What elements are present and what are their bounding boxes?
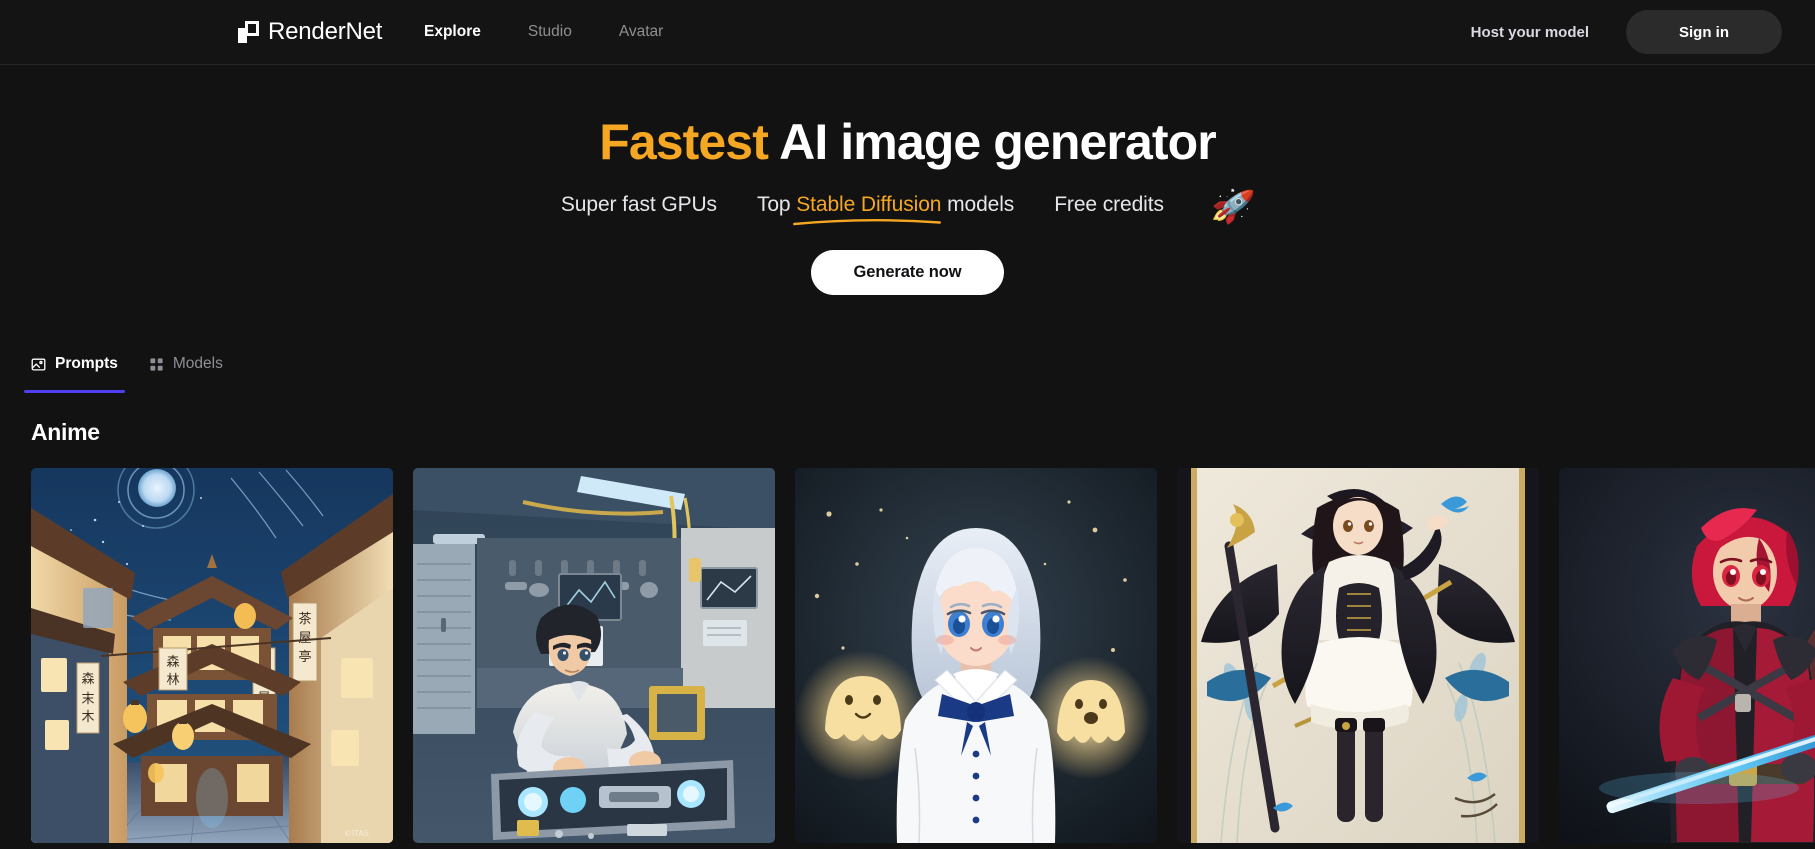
underline-squiggle-icon (793, 219, 942, 226)
gallery-card[interactable] (1177, 468, 1539, 843)
site-header: RenderNet Explore Studio Avatar Host you… (0, 0, 1815, 65)
main-nav: Explore Studio Avatar (424, 23, 663, 41)
svg-text:茶: 茶 (298, 611, 311, 627)
gallery-image (1559, 468, 1815, 843)
tab-models[interactable]: Models (149, 355, 223, 393)
svg-text:木: 木 (81, 710, 94, 725)
svg-text:末: 末 (81, 692, 94, 707)
host-your-model-link[interactable]: Host your model (1471, 24, 1589, 41)
section-title-anime: Anime (31, 419, 100, 445)
rendernet-logo-icon (238, 21, 259, 43)
sign-in-button[interactable]: Sign in (1626, 10, 1782, 54)
svg-text:森: 森 (81, 672, 94, 687)
hero-feature-models-post: models (941, 193, 1015, 216)
tab-models-label: Models (172, 355, 223, 372)
content-tabs: Prompts Models (0, 355, 1815, 393)
prompt-gallery: 森末木 茶屋亭 焼鳥屋 (0, 468, 1815, 848)
svg-text:林: 林 (166, 673, 179, 688)
hero-feature-models-pre: Top (756, 193, 797, 216)
svg-text:©ITAS: ©ITAS (344, 829, 369, 838)
hero-subtitle: Super fast GPUs Top Stable Diffusion mod… (0, 185, 1815, 229)
tab-active-indicator (24, 390, 125, 393)
gallery-card[interactable] (413, 468, 775, 843)
header-actions: Host your model Sign in (1471, 10, 1782, 54)
rocket-icon: 🚀 (1209, 185, 1257, 229)
hero-title-rest: AI image generator (767, 114, 1217, 170)
hero-cta-wrap: Generate now (0, 250, 1815, 295)
generate-now-button[interactable]: Generate now (810, 250, 1005, 295)
svg-text:亭: 亭 (298, 649, 311, 665)
hero-feature-models: Top Stable Diffusion models (756, 193, 1015, 226)
nav-item-avatar[interactable]: Avatar (619, 23, 664, 41)
gallery-image: 森末木 茶屋亭 焼鳥屋 (31, 468, 393, 843)
gallery-card[interactable] (1559, 468, 1815, 843)
hero-feature-credits-label: Free credits (1054, 193, 1164, 216)
grid-icon (149, 357, 164, 372)
gallery-image (413, 468, 775, 843)
brand-name: RenderNet (268, 18, 383, 45)
hero-feature-credits: Free credits (1054, 193, 1164, 217)
image-icon (31, 357, 46, 372)
nav-item-explore[interactable]: Explore (424, 23, 481, 41)
page-title: Fastest AI image generator (0, 114, 1815, 170)
tab-prompts[interactable]: Prompts (24, 355, 125, 393)
tab-prompts-label: Prompts (55, 355, 118, 372)
hero-feature-models-accent: Stable Diffusion (796, 193, 942, 216)
gallery-image (795, 468, 1157, 843)
hero-title-accent: Fastest (599, 114, 769, 170)
svg-text:森: 森 (166, 655, 179, 670)
hero-feature-gpus: Super fast GPUs (560, 193, 717, 216)
gallery-card[interactable] (795, 468, 1157, 843)
svg-text:屋: 屋 (298, 631, 311, 646)
brand-logo[interactable]: RenderNet (238, 20, 382, 44)
gallery-image (1177, 468, 1539, 843)
gallery-card[interactable]: 森末木 茶屋亭 焼鳥屋 (31, 468, 393, 843)
nav-item-studio[interactable]: Studio (528, 23, 572, 41)
hero-section: Fastest AI image generator Super fast GP… (0, 65, 1815, 295)
